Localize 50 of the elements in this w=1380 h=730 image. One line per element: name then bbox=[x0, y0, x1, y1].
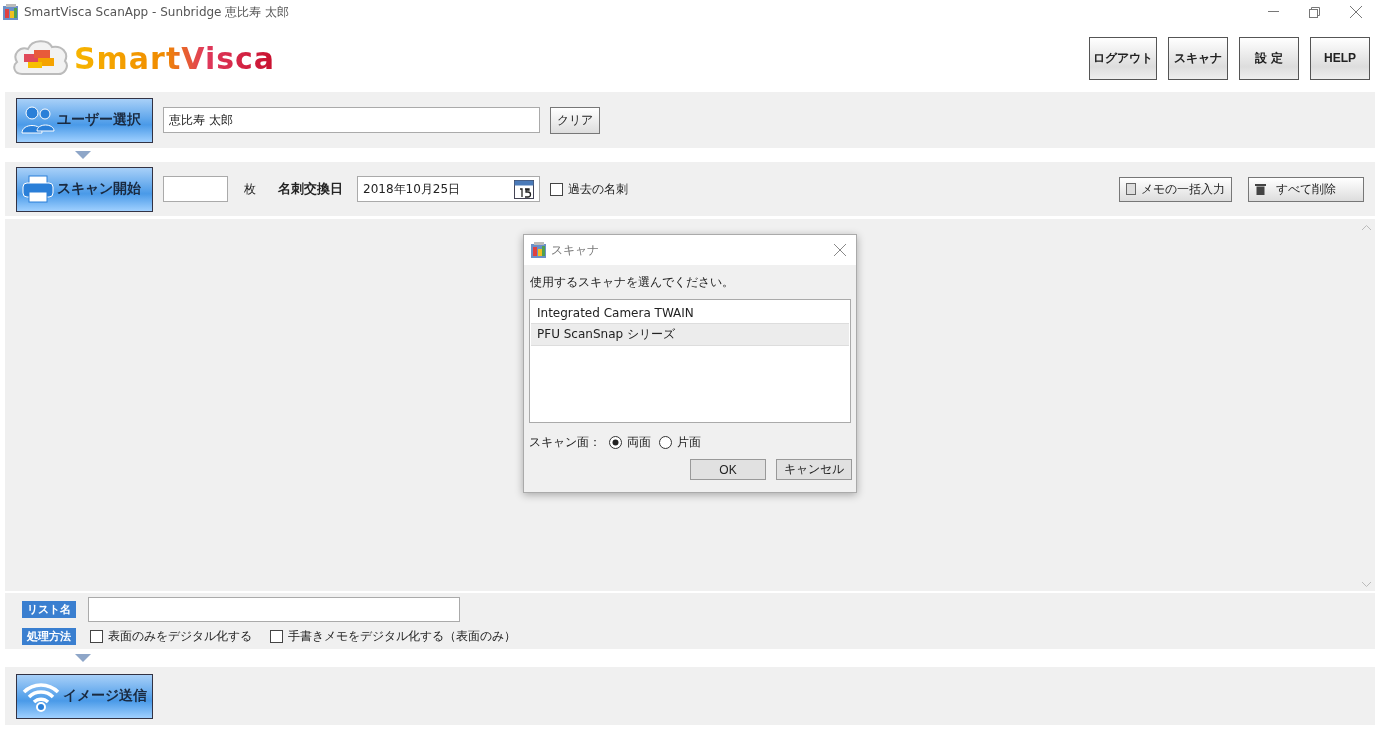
document-icon bbox=[1126, 183, 1136, 195]
down-triangle-icon bbox=[75, 654, 91, 662]
radio-label: 片面 bbox=[677, 434, 701, 451]
user-select-button[interactable]: ユーザー選択 bbox=[16, 97, 153, 143]
header-button[interactable]: 設 定 bbox=[1239, 36, 1299, 80]
clear-button[interactable]: クリア bbox=[550, 106, 600, 134]
user-field[interactable]: 恵比寿 太郎 bbox=[163, 107, 540, 133]
radio-button[interactable] bbox=[609, 436, 622, 449]
count-unit: 枚 bbox=[244, 180, 256, 198]
checkbox[interactable] bbox=[270, 630, 283, 643]
calendar-icon[interactable] bbox=[514, 179, 534, 199]
count-field[interactable] bbox=[163, 176, 228, 202]
delete-all-button[interactable]: すべて削除 bbox=[1248, 176, 1364, 202]
users-icon bbox=[21, 105, 55, 135]
app-icon bbox=[530, 241, 548, 259]
scanner-item[interactable]: PFU ScanSnap シリーズ bbox=[531, 323, 849, 346]
past-cards-label: 過去の名刺 bbox=[568, 180, 628, 198]
trash-icon bbox=[1255, 183, 1266, 195]
radio-label: 両面 bbox=[627, 434, 651, 451]
header-button[interactable]: スキャナ bbox=[1168, 36, 1228, 80]
option-label: 手書きメモをデジタル化する（表面のみ） bbox=[288, 628, 516, 645]
checkbox[interactable] bbox=[90, 630, 103, 643]
dialog-button[interactable]: キャンセル bbox=[776, 459, 852, 480]
close-icon[interactable] bbox=[1350, 6, 1362, 18]
checkbox[interactable] bbox=[550, 182, 563, 196]
date-field[interactable]: 2018年10月25日 bbox=[357, 176, 540, 202]
scan-side-label: スキャン面： bbox=[529, 434, 601, 451]
minimize-icon[interactable] bbox=[1268, 11, 1279, 13]
dialog-prompt: 使用するスキャナを選んでください。 bbox=[530, 274, 734, 291]
send-image-button[interactable]: イメージ送信 bbox=[16, 673, 153, 719]
list-name-field[interactable] bbox=[88, 597, 460, 622]
radio-button[interactable] bbox=[659, 436, 672, 449]
scan-start-button[interactable]: スキャン開始 bbox=[16, 166, 153, 212]
down-triangle-icon bbox=[75, 151, 91, 159]
date-label: 名刺交換日 bbox=[278, 180, 343, 198]
dialog-button[interactable]: OK bbox=[690, 459, 766, 480]
close-icon[interactable] bbox=[834, 244, 846, 256]
list-name-label: リスト名 bbox=[22, 601, 76, 618]
app-icon bbox=[2, 3, 20, 21]
method-label: 処理方法 bbox=[22, 628, 76, 645]
scanner-item[interactable]: Integrated Camera TWAIN bbox=[531, 302, 849, 323]
option-label: 表面のみをデジタル化する bbox=[108, 628, 252, 645]
header-button[interactable]: HELP bbox=[1310, 36, 1370, 80]
window-title: SmartVisca ScanApp - Sunbridge 恵比寿 太郎 bbox=[24, 3, 290, 21]
wifi-icon bbox=[21, 680, 61, 712]
restore-icon[interactable] bbox=[1309, 6, 1320, 18]
printer-icon bbox=[21, 174, 55, 204]
header-button[interactable]: ログアウト bbox=[1089, 36, 1157, 80]
bulk-memo-button[interactable]: メモの一括入力 bbox=[1119, 176, 1232, 202]
dialog-title: スキャナ bbox=[551, 241, 599, 259]
